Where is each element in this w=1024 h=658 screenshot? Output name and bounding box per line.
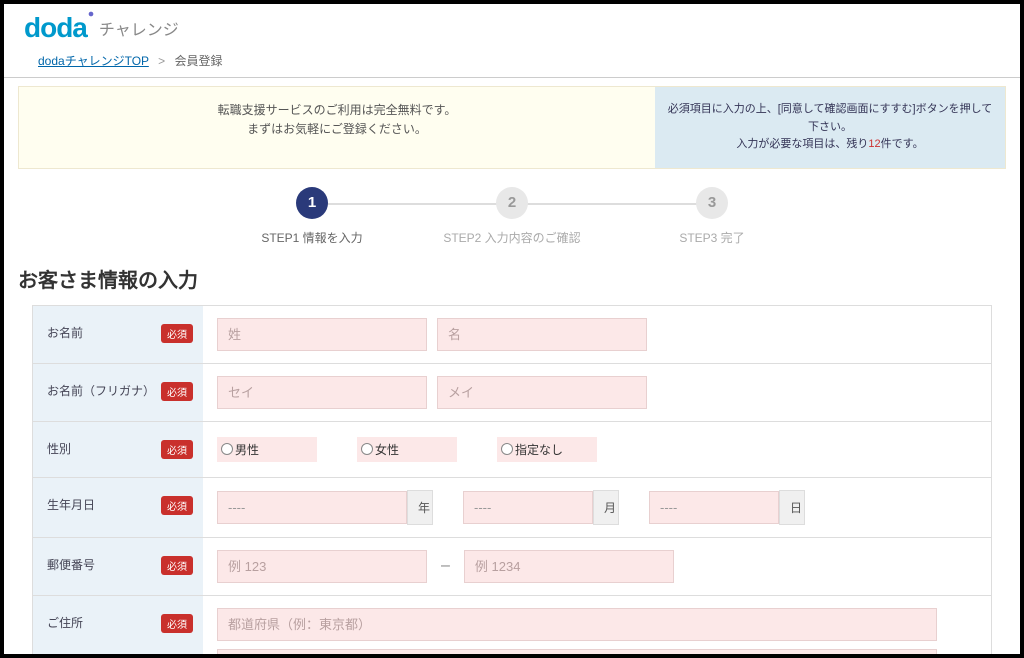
notice-left-line2: まずはお気軽にご登録ください。: [29, 120, 645, 139]
notice-bar: 転職支援サービスのご利用は完全無料です。 まずはお気軽にご登録ください。 必須項…: [18, 86, 1006, 169]
notice-right-line1: 必須項目に入力の上、[同意して確認画面にすすむ]ボタンを押して下さい。: [665, 101, 995, 136]
unit-year: 年: [407, 490, 433, 525]
row-birth: 生年月日 必須 ---- 年 ---- 月 ---- 日: [33, 478, 991, 538]
step-1: 1 STEP1 情報を入力: [212, 187, 412, 246]
divider: [4, 77, 1020, 78]
label-address: ご住所 必須: [33, 596, 203, 658]
notice-right: 必須項目に入力の上、[同意して確認画面にすすむ]ボタンを押して下さい。 入力が必…: [655, 87, 1005, 168]
form-table: お名前 必須 お名前（フリガナ） 必須 性別 必須: [32, 305, 992, 658]
radio-female[interactable]: 女性: [357, 437, 457, 462]
input-name-mei[interactable]: [437, 318, 647, 351]
radio-none[interactable]: 指定なし: [497, 437, 597, 462]
required-badge: 必須: [161, 614, 193, 633]
radio-icon: [221, 443, 233, 455]
step-1-circle: 1: [296, 187, 328, 219]
radio-male[interactable]: 男性: [217, 437, 317, 462]
radio-icon: [501, 443, 513, 455]
required-badge: 必須: [161, 440, 193, 459]
select-birth-month[interactable]: ----: [463, 491, 593, 524]
breadcrumb: dodaチャレンジTOP > 会員登録: [4, 48, 1020, 77]
unit-day: 日: [779, 490, 805, 525]
step-line: [312, 203, 512, 205]
label-name: お名前 必須: [33, 306, 203, 363]
label-birth: 生年月日 必須: [33, 478, 203, 537]
step-1-label: STEP1 情報を入力: [261, 229, 362, 246]
radio-group-sex: 男性 女性 指定なし: [217, 437, 637, 462]
input-postal-1[interactable]: [217, 550, 427, 583]
progress-steps: 1 STEP1 情報を入力 2 STEP2 入力内容のご確認 3 STEP3 完…: [4, 187, 1020, 246]
input-kana-sei[interactable]: [217, 376, 427, 409]
select-birth-year[interactable]: ----: [217, 491, 407, 524]
input-address-city[interactable]: [217, 649, 937, 658]
breadcrumb-current: 会員登録: [175, 54, 223, 68]
row-sex: 性別 必須 男性 女性 指定なし: [33, 422, 991, 478]
remaining-count: 12: [868, 138, 880, 150]
breadcrumb-top-link[interactable]: dodaチャレンジTOP: [38, 54, 149, 68]
input-postal-2[interactable]: [464, 550, 674, 583]
step-3-circle: 3: [696, 187, 728, 219]
required-badge: 必須: [161, 382, 193, 401]
unit-month: 月: [593, 490, 619, 525]
logo-suffix: チャレンジ: [99, 16, 179, 40]
step-3-label: STEP3 完了: [679, 229, 744, 246]
row-kana: お名前（フリガナ） 必須: [33, 364, 991, 422]
required-badge: 必須: [161, 324, 193, 343]
header: doda チャレンジ: [4, 4, 1020, 48]
label-postal: 郵便番号 必須: [33, 538, 203, 595]
dash-separator: –: [437, 557, 454, 575]
radio-icon: [361, 443, 373, 455]
row-name: お名前 必須: [33, 306, 991, 364]
label-sex: 性別 必須: [33, 422, 203, 477]
row-postal: 郵便番号 必須 –: [33, 538, 991, 596]
required-badge: 必須: [161, 556, 193, 575]
input-name-sei[interactable]: [217, 318, 427, 351]
input-address-pref[interactable]: [217, 608, 937, 641]
notice-left: 転職支援サービスのご利用は完全無料です。 まずはお気軽にご登録ください。: [19, 87, 655, 168]
logo-brand: doda: [24, 12, 87, 44]
step-2: 2 STEP2 入力内容のご確認: [412, 187, 612, 246]
row-address: ご住所 必須: [33, 596, 991, 658]
label-kana: お名前（フリガナ） 必須: [33, 364, 203, 421]
step-2-circle: 2: [496, 187, 528, 219]
required-badge: 必須: [161, 496, 193, 515]
input-kana-mei[interactable]: [437, 376, 647, 409]
step-line: [512, 203, 712, 205]
section-title: お客さま情報の入力: [18, 264, 1006, 293]
breadcrumb-separator: >: [158, 54, 165, 68]
logo[interactable]: doda チャレンジ: [24, 12, 179, 44]
step-2-label: STEP2 入力内容のご確認: [443, 229, 580, 246]
notice-left-line1: 転職支援サービスのご利用は完全無料です。: [29, 101, 645, 120]
select-birth-day[interactable]: ----: [649, 491, 779, 524]
step-3: 3 STEP3 完了: [612, 187, 812, 246]
notice-right-line2: 入力が必要な項目は、残り12件です。: [665, 136, 995, 154]
